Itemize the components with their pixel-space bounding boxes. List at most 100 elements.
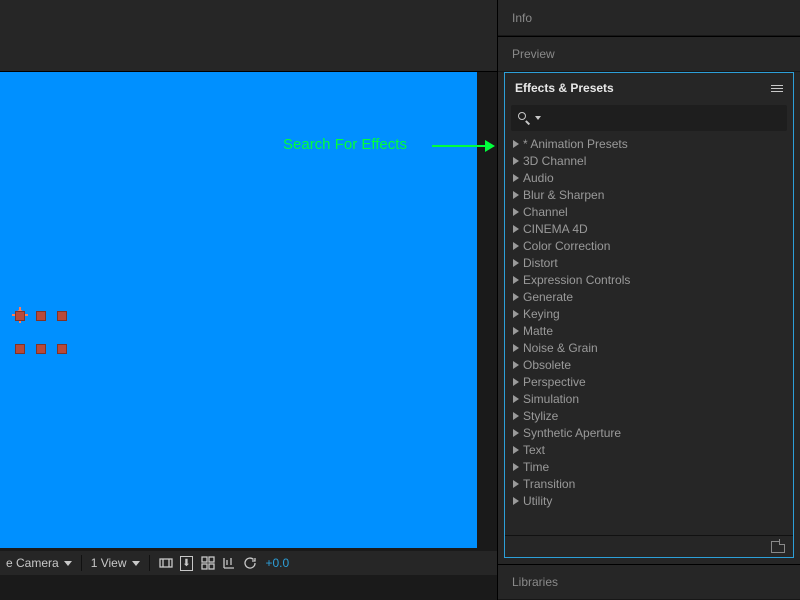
fast-preview-icon[interactable] — [199, 554, 217, 572]
disclosure-triangle-icon — [513, 225, 519, 233]
transform-handle[interactable] — [57, 311, 67, 321]
effects-category[interactable]: 3D Channel — [509, 152, 789, 169]
effects-category[interactable]: Color Correction — [509, 237, 789, 254]
category-label: Stylize — [523, 409, 558, 423]
category-label: CINEMA 4D — [523, 222, 588, 236]
category-label: Audio — [523, 171, 554, 185]
right-panel-stack: Info Preview Effects & Presets * Animati… — [497, 0, 800, 600]
camera-dropdown[interactable]: e Camera — [4, 556, 74, 570]
effects-search-input[interactable] — [545, 110, 781, 126]
category-label: Utility — [523, 494, 552, 508]
new-preset-icon[interactable] — [771, 541, 785, 553]
disclosure-triangle-icon — [513, 361, 519, 369]
category-label: Time — [523, 460, 549, 474]
disclosure-triangle-icon — [513, 140, 519, 148]
category-label: Obsolete — [523, 358, 571, 372]
category-label: Synthetic Aperture — [523, 426, 621, 440]
refresh-icon[interactable] — [241, 554, 259, 572]
disclosure-triangle-icon — [513, 378, 519, 386]
search-options-icon[interactable] — [535, 116, 541, 120]
category-label: Noise & Grain — [523, 341, 598, 355]
effects-search-field[interactable] — [511, 105, 787, 131]
disclosure-triangle-icon — [513, 463, 519, 471]
effects-category[interactable]: * Animation Presets — [509, 135, 789, 152]
chevron-down-icon — [132, 561, 140, 566]
transform-handle[interactable] — [36, 344, 46, 354]
composition-viewer[interactable] — [0, 72, 497, 550]
disclosure-triangle-icon — [513, 446, 519, 454]
disclosure-triangle-icon — [513, 174, 519, 182]
effects-category[interactable]: Keying — [509, 305, 789, 322]
category-label: Distort — [523, 256, 558, 270]
effects-category[interactable]: Blur & Sharpen — [509, 186, 789, 203]
effects-category[interactable]: Channel — [509, 203, 789, 220]
libraries-label: Libraries — [512, 575, 558, 589]
effects-category[interactable]: Matte — [509, 322, 789, 339]
category-label: 3D Channel — [523, 154, 586, 168]
disclosure-triangle-icon — [513, 242, 519, 250]
disclosure-triangle-icon — [513, 310, 519, 318]
effects-category[interactable]: Utility — [509, 492, 789, 509]
search-icon — [517, 111, 531, 125]
disclosure-triangle-icon — [513, 259, 519, 267]
disclosure-triangle-icon — [513, 429, 519, 437]
views-dropdown[interactable]: 1 View — [89, 556, 142, 570]
category-label: Expression Controls — [523, 273, 630, 287]
effects-title: Effects & Presets — [515, 81, 614, 95]
libraries-panel-header[interactable]: Libraries — [498, 564, 800, 600]
effects-category[interactable]: Noise & Grain — [509, 339, 789, 356]
disclosure-triangle-icon — [513, 395, 519, 403]
category-label: Text — [523, 443, 545, 457]
effects-category[interactable]: Time — [509, 458, 789, 475]
panel-menu-icon[interactable] — [771, 85, 783, 92]
composition-canvas[interactable] — [0, 72, 477, 548]
effects-panel-header[interactable]: Effects & Presets — [505, 73, 793, 103]
category-label: Matte — [523, 324, 553, 338]
disclosure-triangle-icon — [513, 480, 519, 488]
effects-category[interactable]: Audio — [509, 169, 789, 186]
disclosure-triangle-icon — [513, 327, 519, 335]
category-label: Keying — [523, 307, 560, 321]
category-label: Generate — [523, 290, 573, 304]
transform-handle[interactable] — [15, 311, 25, 321]
timeline-icon[interactable] — [220, 554, 238, 572]
category-label: Transition — [523, 477, 575, 491]
effects-category[interactable]: Text — [509, 441, 789, 458]
selected-shape-layer[interactable] — [10, 306, 66, 354]
chevron-down-icon — [64, 561, 72, 566]
effects-category-list: * Animation Presets 3D Channel AudioBlur &… — [505, 135, 793, 535]
disclosure-triangle-icon — [513, 191, 519, 199]
effects-category[interactable]: Generate — [509, 288, 789, 305]
effects-panel-footer — [505, 535, 793, 557]
effects-category[interactable]: Expression Controls — [509, 271, 789, 288]
preview-label: Preview — [512, 47, 555, 61]
preview-panel-header[interactable]: Preview — [498, 36, 800, 72]
effects-category[interactable]: Obsolete — [509, 356, 789, 373]
category-label: Simulation — [523, 392, 579, 406]
effects-category[interactable]: Distort — [509, 254, 789, 271]
viewer-toolbar: e Camera 1 View ⬇ + — [0, 550, 497, 575]
bottom-spacer — [0, 575, 497, 600]
exposure-value[interactable]: +0.0 — [266, 556, 290, 570]
transform-handle[interactable] — [57, 344, 67, 354]
views-label: 1 View — [91, 556, 127, 570]
transform-handle[interactable] — [36, 311, 46, 321]
disclosure-triangle-icon — [513, 276, 519, 284]
info-label: Info — [512, 11, 532, 25]
disclosure-triangle-icon — [513, 412, 519, 420]
pixel-aspect-icon[interactable]: ⬇ — [178, 554, 196, 572]
effects-category[interactable]: Transition — [509, 475, 789, 492]
share-view-icon[interactable] — [157, 554, 175, 572]
transform-handle[interactable] — [15, 344, 25, 354]
separator — [149, 555, 150, 571]
disclosure-triangle-icon — [513, 157, 519, 165]
info-panel-header[interactable]: Info — [498, 0, 800, 36]
effects-category[interactable]: Simulation — [509, 390, 789, 407]
effects-category[interactable]: Perspective — [509, 373, 789, 390]
effects-category[interactable]: Synthetic Aperture — [509, 424, 789, 441]
disclosure-triangle-icon — [513, 208, 519, 216]
effects-category[interactable]: CINEMA 4D — [509, 220, 789, 237]
effects-category[interactable]: Stylize — [509, 407, 789, 424]
effects-presets-panel: Effects & Presets * Animation Presets 3D … — [504, 72, 794, 558]
separator — [81, 555, 82, 571]
